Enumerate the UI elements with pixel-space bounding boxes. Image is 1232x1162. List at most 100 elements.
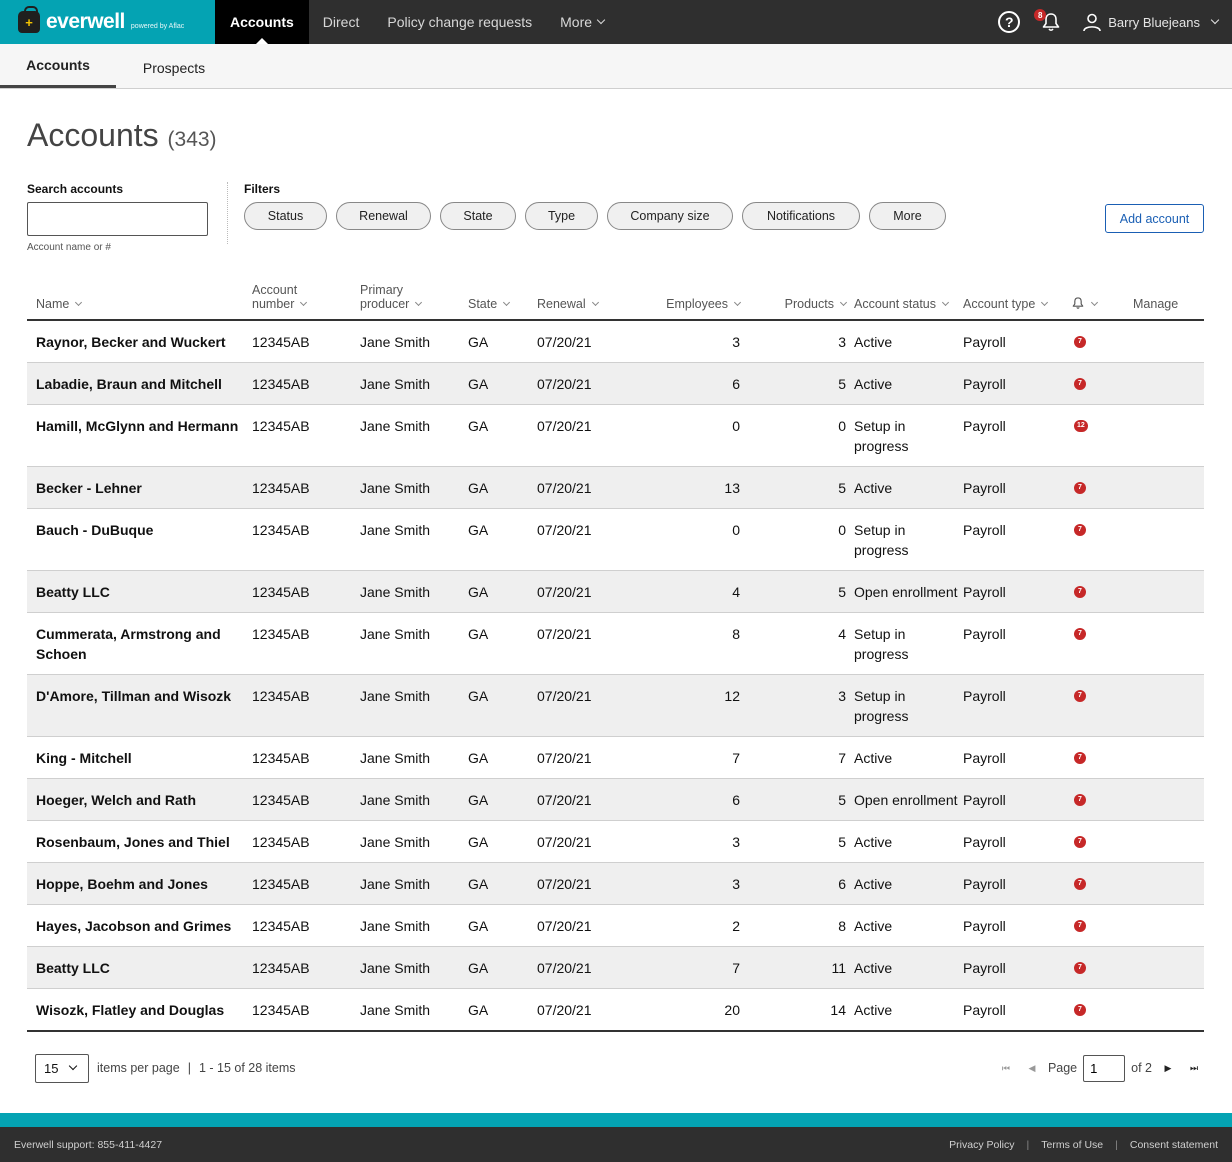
per-page-select[interactable]: 15 (35, 1053, 89, 1083)
filter-company-size[interactable]: Company size (607, 202, 733, 230)
manage-cell[interactable] (1129, 612, 1204, 675)
account-name-cell[interactable]: Raynor, Becker and Wuckert (27, 320, 252, 363)
account-name-cell[interactable]: Becker - Lehner (27, 466, 252, 509)
manage-cell[interactable] (1129, 778, 1204, 821)
notification-cell[interactable]: 7 (1071, 820, 1129, 863)
account-name-cell[interactable]: D'Amore, Tillman and Wisozk (27, 674, 252, 737)
notification-cell[interactable]: 7 (1071, 904, 1129, 947)
filter-state[interactable]: State (440, 202, 516, 230)
filter-notifications[interactable]: Notifications (742, 202, 860, 230)
notification-cell[interactable]: 12 (1071, 404, 1129, 467)
table-row[interactable]: Rosenbaum, Jones and Thiel 12345AB Jane Sm… (27, 820, 1204, 863)
nav-accounts[interactable]: Accounts (215, 0, 309, 44)
col-account-type[interactable]: Account type (963, 283, 1071, 321)
account-name-cell[interactable]: Cummerata, Armstrong and Schoen (27, 612, 252, 675)
account-name-cell[interactable]: Hoppe, Boehm and Jones (27, 862, 252, 905)
manage-cell[interactable] (1129, 320, 1204, 363)
notification-cell[interactable]: 7 (1071, 508, 1129, 571)
notification-cell[interactable]: 7 (1071, 674, 1129, 737)
manage-cell[interactable] (1129, 736, 1204, 779)
notification-cell[interactable]: 7 (1071, 778, 1129, 821)
notification-badge[interactable]: 7 (1074, 752, 1086, 764)
table-row[interactable]: Beatty LLC 12345AB Jane Smith GA 07/20/21 7 11… (27, 946, 1204, 989)
notification-badge[interactable]: 7 (1074, 336, 1086, 348)
account-name-cell[interactable]: Rosenbaum, Jones and Thiel (27, 820, 252, 863)
notification-badge[interactable]: 7 (1074, 920, 1086, 932)
table-row[interactable]: Hoeger, Welch and Rath 12345AB Jane Smith G… (27, 778, 1204, 821)
col-state[interactable]: State (468, 283, 537, 321)
notification-badge[interactable]: 7 (1074, 962, 1086, 974)
notification-badge[interactable]: 7 (1074, 690, 1086, 702)
notification-badge[interactable]: 7 (1074, 878, 1086, 890)
page-input[interactable] (1083, 1054, 1126, 1082)
user-menu[interactable]: Barry Bluejeans (1082, 12, 1220, 32)
notification-badge[interactable]: 7 (1074, 524, 1086, 536)
filter-renewal[interactable]: Renewal (336, 202, 431, 230)
table-row[interactable]: D'Amore, Tillman and Wisozk 12345AB Jane S… (27, 674, 1204, 737)
tab-accounts[interactable]: Accounts (0, 44, 116, 88)
consent-statement-link[interactable]: Consent statement (1130, 1139, 1218, 1151)
next-page-icon[interactable]: ▶ (1158, 1063, 1178, 1074)
notification-badge[interactable]: 7 (1074, 1004, 1086, 1016)
search-input[interactable] (27, 202, 208, 236)
notification-badge[interactable]: 7 (1074, 586, 1086, 598)
notification-cell[interactable]: 7 (1071, 612, 1129, 675)
notification-badge[interactable]: 7 (1074, 628, 1086, 640)
manage-cell[interactable] (1129, 862, 1204, 905)
notification-badge[interactable]: 7 (1074, 836, 1086, 848)
col-employees[interactable]: Employees (637, 283, 742, 321)
notification-badge[interactable]: 7 (1074, 794, 1086, 806)
account-name-cell[interactable]: Hoeger, Welch and Rath (27, 778, 252, 821)
table-row[interactable]: Cummerata, Armstrong and Schoen 12345AB Ja… (27, 612, 1204, 675)
nav-more[interactable]: More (546, 0, 618, 44)
manage-cell[interactable] (1129, 904, 1204, 947)
brand[interactable]: + everwell powered by Aflac (0, 0, 215, 44)
col-account-number[interactable]: Account number (252, 283, 360, 321)
nav-policy-change-requests[interactable]: Policy change requests (373, 0, 546, 44)
table-row[interactable]: Hayes, Jacobson and Grimes 12345AB Jane Sm… (27, 904, 1204, 947)
table-row[interactable]: Hoppe, Boehm and Jones 12345AB Jane Smith G… (27, 862, 1204, 905)
col-primary-producer[interactable]: Primary producer (360, 283, 468, 321)
notifications-button[interactable]: 8 (1034, 9, 1062, 33)
manage-cell[interactable] (1129, 570, 1204, 613)
notification-badge[interactable]: 7 (1074, 482, 1086, 494)
manage-cell[interactable] (1129, 820, 1204, 863)
help-icon[interactable]: ? (998, 11, 1021, 33)
notification-badge[interactable]: 12 (1074, 420, 1088, 432)
manage-cell[interactable] (1129, 404, 1204, 467)
manage-cell[interactable] (1129, 362, 1204, 405)
account-name-cell[interactable]: Hayes, Jacobson and Grimes (27, 904, 252, 947)
terms-of-use-link[interactable]: Terms of Use (1041, 1139, 1103, 1151)
account-name-cell[interactable]: Labadie, Braun and Mitchell (27, 362, 252, 405)
last-page-icon[interactable]: ⏭ (1184, 1063, 1204, 1074)
account-name-cell[interactable]: Bauch - DuBuque (27, 508, 252, 571)
filter-type[interactable]: Type (525, 202, 598, 230)
col-name[interactable]: Name (27, 283, 252, 321)
table-row[interactable]: King - Mitchell 12345AB Jane Smith GA 07/20/… (27, 736, 1204, 779)
first-page-icon[interactable]: ⏮ (996, 1063, 1016, 1074)
tab-prospects[interactable]: Prospects (116, 44, 232, 88)
account-name-cell[interactable]: Hamill, McGlynn and Hermann (27, 404, 252, 467)
notification-cell[interactable]: 7 (1071, 466, 1129, 509)
account-name-cell[interactable]: King - Mitchell (27, 736, 252, 779)
prev-page-icon[interactable]: ◀ (1022, 1063, 1042, 1074)
table-row[interactable]: Beatty LLC 12345AB Jane Smith GA 07/20/21 4 5 O… (27, 570, 1204, 613)
privacy-policy-link[interactable]: Privacy Policy (949, 1139, 1014, 1151)
account-name-cell[interactable]: Beatty LLC (27, 570, 252, 613)
manage-cell[interactable] (1129, 466, 1204, 509)
col-notifications[interactable] (1071, 283, 1129, 321)
account-name-cell[interactable]: Beatty LLC (27, 946, 252, 989)
col-account-status[interactable]: Account status (854, 283, 963, 321)
notification-badge[interactable]: 7 (1074, 378, 1086, 390)
table-row[interactable]: Hamill, McGlynn and Hermann 12345AB Jane S… (27, 404, 1204, 467)
table-row[interactable]: Raynor, Becker and Wuckert 12345AB Jane Sm… (27, 320, 1204, 363)
filter-more[interactable]: More (869, 202, 946, 230)
manage-cell[interactable] (1129, 674, 1204, 737)
notification-cell[interactable]: 7 (1071, 988, 1129, 1032)
notification-cell[interactable]: 7 (1071, 362, 1129, 405)
col-products[interactable]: Products (740, 283, 848, 321)
manage-cell[interactable] (1129, 946, 1204, 989)
notification-cell[interactable]: 7 (1071, 946, 1129, 989)
account-name-cell[interactable]: Wisozk, Flatley and Douglas (27, 988, 252, 1032)
table-row[interactable]: Bauch - DuBuque 12345AB Jane Smith GA 07/20/… (27, 508, 1204, 571)
